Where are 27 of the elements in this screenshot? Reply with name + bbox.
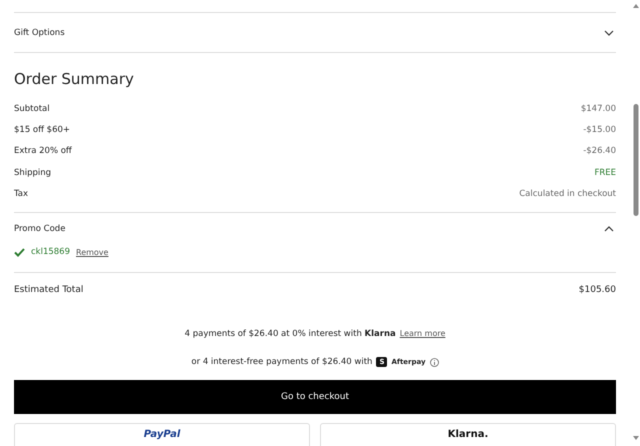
- info-icon[interactable]: [430, 358, 439, 367]
- summary-label: $15 off $60+: [14, 124, 70, 135]
- summary-value: $147.00: [580, 104, 616, 114]
- summary-label: Tax: [14, 188, 28, 199]
- summary-value: Calculated in checkout: [519, 188, 616, 199]
- remove-link[interactable]: Remove: [76, 248, 108, 257]
- summary-label: Shipping: [14, 168, 52, 178]
- summary-label: Subtotal: [14, 104, 50, 114]
- promo-code: ckl15869: [31, 247, 70, 258]
- check-icon: [14, 248, 25, 257]
- summary-value: -$15.00: [583, 124, 616, 135]
- chevron-icon[interactable]: [604, 226, 614, 232]
- payment-button[interactable]: Klarna.: [320, 423, 616, 446]
- payment-button[interactable]: PayPal: [14, 423, 310, 446]
- total-label: Estimated Total: [14, 285, 84, 296]
- learn-more-link[interactable]: Learn more: [400, 329, 446, 340]
- summary-label: Extra 20% off: [14, 146, 72, 156]
- chevron-icon[interactable]: [604, 30, 614, 36]
- section-label: Promo Code: [14, 224, 66, 234]
- summary-value: -$26.40: [583, 146, 616, 156]
- section-label: Gift Options: [14, 28, 65, 38]
- section-title: Order Summary: [14, 70, 135, 88]
- installment-text: 4 payments of $26.40 at 0% interest with Klarna: [184, 329, 396, 340]
- installment-text: or 4 interest-free payments of $26.40 with: [191, 357, 372, 368]
- checkout-button[interactable]: Go to checkout: [14, 380, 616, 414]
- summary-value: FREE: [594, 168, 616, 178]
- total-value: $105.60: [578, 285, 616, 296]
